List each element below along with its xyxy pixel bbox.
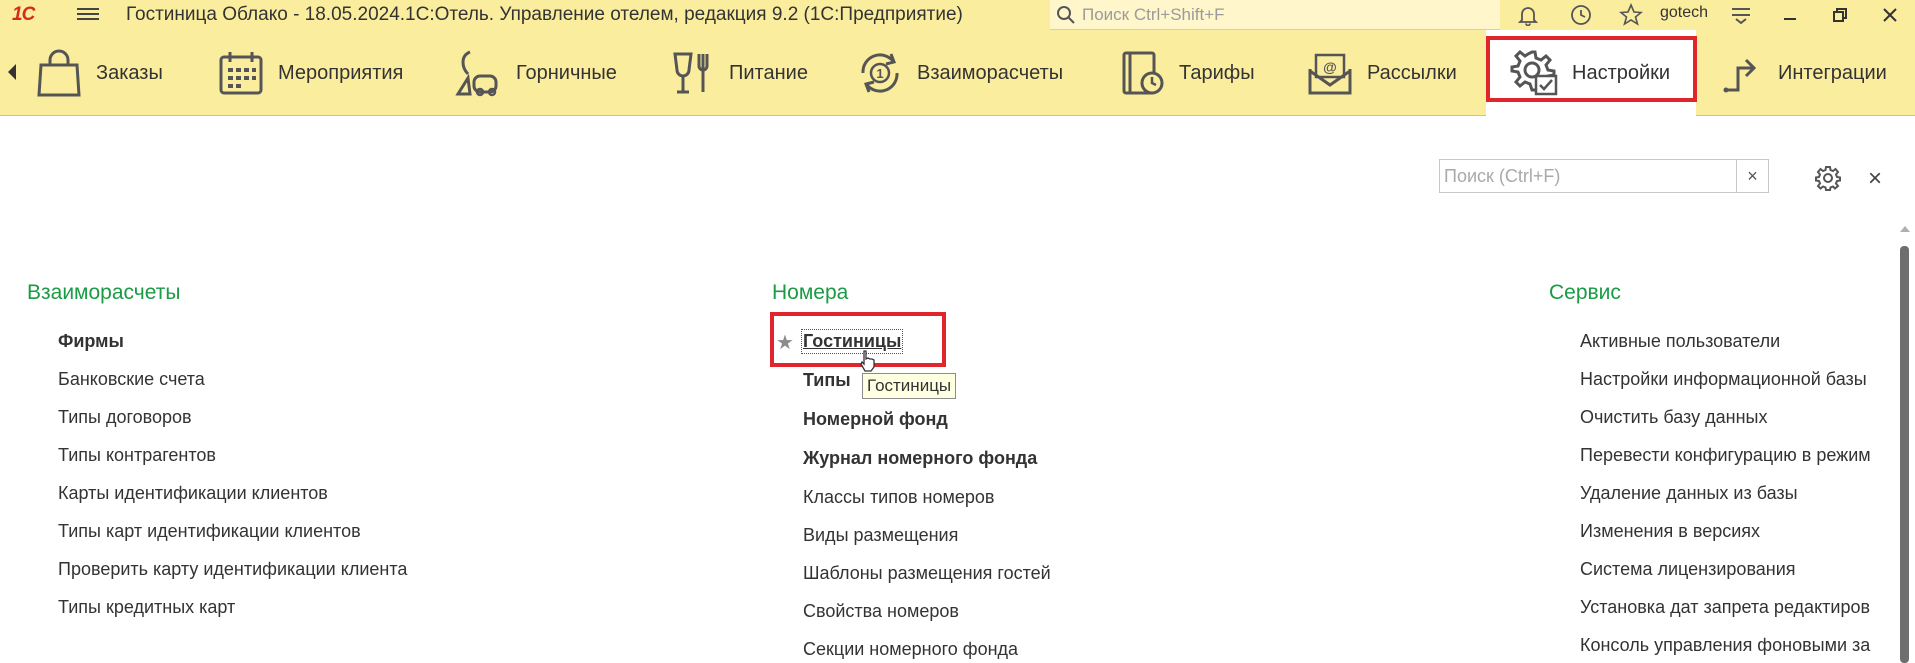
vertical-scrollbar[interactable] bbox=[1897, 226, 1911, 663]
sections-panel: Заказы Мероприятия Горничные Питание 1 В… bbox=[0, 30, 1915, 116]
link-infobase-settings[interactable]: Настройки информационной базы bbox=[1580, 369, 1867, 390]
link-room-stock[interactable]: Номерной фонд bbox=[803, 409, 948, 430]
global-search-placeholder: Поиск Ctrl+Shift+F bbox=[1082, 4, 1225, 24]
link-clear-database[interactable]: Очистить базу данных bbox=[1580, 407, 1767, 428]
global-search-input[interactable]: Поиск Ctrl+Shift+F bbox=[1050, 0, 1500, 30]
section-label: Горничные bbox=[516, 61, 617, 84]
group-title-settlements: Взаиморасчеты bbox=[27, 281, 181, 304]
section-label: Заказы bbox=[96, 61, 163, 84]
section-label: Интеграции bbox=[1778, 61, 1887, 84]
scroll-left-icon[interactable] bbox=[8, 64, 16, 80]
title-bar: 1С Гостиница Облако - 18.05.2024.1С:Отел… bbox=[0, 0, 1915, 30]
section-integrations[interactable]: Интеграции bbox=[1716, 30, 1887, 116]
minimize-icon[interactable] bbox=[1777, 3, 1803, 27]
section-orders[interactable]: Заказы bbox=[34, 30, 163, 116]
link-accommodation-types[interactable]: Виды размещения bbox=[803, 525, 958, 546]
panel-settings-gear-icon[interactable] bbox=[1813, 163, 1843, 193]
star-icon[interactable] bbox=[1618, 3, 1644, 27]
svg-text:@: @ bbox=[1323, 59, 1337, 75]
link-firms[interactable]: Фирмы bbox=[58, 331, 124, 352]
link-client-id-cards[interactable]: Карты идентификации клиентов bbox=[58, 483, 328, 504]
bell-icon[interactable] bbox=[1515, 3, 1541, 27]
section-settlements[interactable]: 1 Взаиморасчеты bbox=[855, 30, 1063, 116]
section-maids[interactable]: Горничные bbox=[454, 30, 617, 116]
close-window-icon[interactable] bbox=[1877, 3, 1903, 27]
window-title: Гостиница Облако - 18.05.2024.1С:Отель. … bbox=[126, 4, 963, 25]
link-credit-card-types[interactable]: Типы кредитных карт bbox=[58, 597, 235, 618]
calendar-icon bbox=[216, 48, 266, 98]
section-label: Взаиморасчеты bbox=[917, 61, 1064, 84]
vacuum-cleaner-icon bbox=[454, 48, 504, 98]
integration-arrow-icon bbox=[1716, 48, 1766, 98]
link-switch-config-mode[interactable]: Перевести конфигурацию в режим bbox=[1580, 445, 1871, 466]
link-active-users[interactable]: Активные пользователи bbox=[1580, 331, 1780, 352]
section-events[interactable]: Мероприятия bbox=[216, 30, 403, 116]
settings-highlight-frame bbox=[1486, 36, 1697, 102]
section-label: Тарифы bbox=[1179, 61, 1255, 84]
link-room-stock-sections[interactable]: Секции номерного фонда bbox=[803, 639, 1018, 660]
section-label: Рассылки bbox=[1367, 61, 1457, 84]
section-label: Мероприятия bbox=[278, 61, 404, 84]
link-licensing-system[interactable]: Система лицензирования bbox=[1580, 559, 1796, 580]
link-client-id-card-types[interactable]: Типы карт идентификации клиентов bbox=[58, 521, 361, 542]
link-room-properties[interactable]: Свойства номеров bbox=[803, 601, 959, 622]
tariff-book-icon bbox=[1117, 48, 1167, 98]
section-mailings[interactable]: @ Рассылки bbox=[1305, 30, 1457, 116]
tooltip: Гостиницы bbox=[862, 373, 957, 399]
link-room-stock-journal[interactable]: Журнал номерного фонда bbox=[803, 448, 1037, 469]
link-background-jobs-console[interactable]: Консоль управления фоновыми за bbox=[1580, 635, 1870, 656]
shopping-bag-icon bbox=[34, 48, 84, 98]
hand-cursor-icon bbox=[860, 350, 875, 372]
link-check-client-id-card[interactable]: Проверить карту идентификации клиента bbox=[58, 559, 407, 580]
section-tariffs[interactable]: Тарифы bbox=[1117, 30, 1255, 116]
section-content: Поиск (Ctrl+F) × × Взаиморасчеты Фирмы Б… bbox=[0, 116, 1915, 663]
link-delete-data[interactable]: Удаление данных из базы bbox=[1580, 483, 1798, 504]
section-label: Питание bbox=[729, 61, 808, 84]
section-food[interactable]: Питание bbox=[667, 30, 808, 116]
link-guest-placement-templates[interactable]: Шаблоны размещения гостей bbox=[803, 563, 1051, 584]
mail-at-icon: @ bbox=[1305, 48, 1355, 98]
glass-fork-icon bbox=[667, 48, 717, 98]
link-room-type-classes[interactable]: Классы типов номеров bbox=[803, 487, 994, 508]
content-search-placeholder: Поиск (Ctrl+F) bbox=[1444, 165, 1561, 186]
user-name[interactable]: gotech bbox=[1660, 4, 1708, 22]
link-bank-accounts[interactable]: Банковские счета bbox=[58, 369, 205, 390]
close-panel-icon[interactable]: × bbox=[1862, 165, 1888, 192]
link-counterparty-types[interactable]: Типы контрагентов bbox=[58, 445, 216, 466]
scrollbar-thumb[interactable] bbox=[1900, 246, 1909, 663]
svg-text:1: 1 bbox=[876, 66, 883, 81]
group-title-rooms: Номера bbox=[772, 281, 849, 304]
scroll-up-icon[interactable] bbox=[1900, 226, 1910, 232]
main-menu-icon[interactable] bbox=[77, 5, 99, 25]
1c-logo: 1С bbox=[12, 4, 35, 25]
coin-cycle-icon: 1 bbox=[855, 48, 905, 98]
link-edit-ban-dates[interactable]: Установка дат запрета редактиров bbox=[1580, 597, 1870, 618]
restore-icon[interactable] bbox=[1827, 3, 1853, 27]
search-icon bbox=[1057, 5, 1075, 24]
clear-search-icon[interactable]: × bbox=[1736, 160, 1768, 192]
group-title-service: Сервис bbox=[1549, 281, 1621, 304]
settings-menu-icon[interactable] bbox=[1728, 3, 1754, 27]
link-types[interactable]: Типы bbox=[803, 370, 851, 391]
link-contract-types[interactable]: Типы договоров bbox=[58, 407, 192, 428]
history-icon[interactable] bbox=[1568, 3, 1594, 27]
content-search-input[interactable]: Поиск (Ctrl+F) × bbox=[1439, 159, 1769, 193]
link-version-changes[interactable]: Изменения в версиях bbox=[1580, 521, 1760, 542]
